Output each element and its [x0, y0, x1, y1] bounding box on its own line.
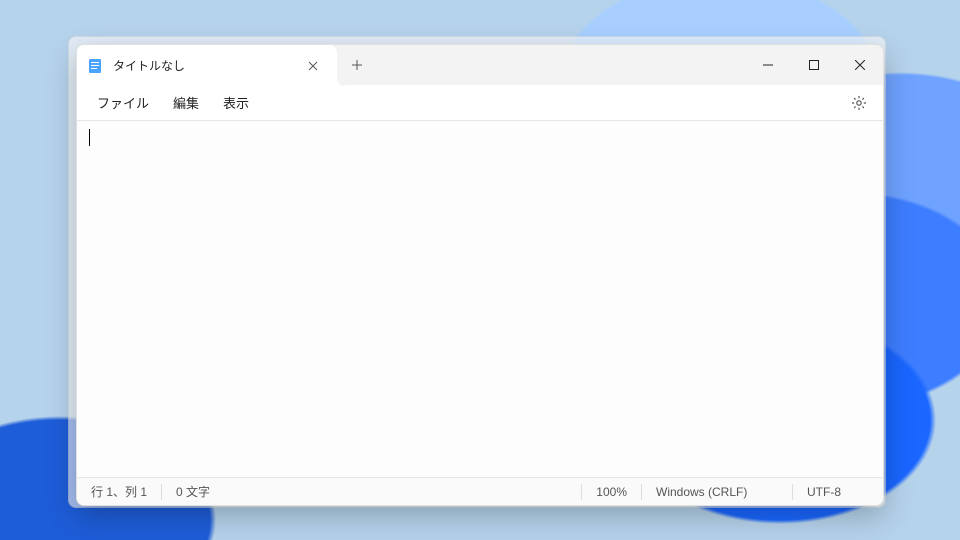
- notepad-icon: [87, 58, 103, 74]
- text-editor[interactable]: [77, 121, 883, 477]
- status-encoding[interactable]: UTF-8: [793, 478, 883, 505]
- status-char-count: 0 文字: [162, 478, 224, 505]
- close-icon: [308, 61, 318, 71]
- close-window-button[interactable]: [837, 45, 883, 85]
- status-cursor-position: 行 1、列 1: [77, 478, 161, 505]
- window-controls: [745, 45, 883, 85]
- menu-file[interactable]: ファイル: [85, 87, 161, 118]
- tab-untitled[interactable]: タイトルなし: [77, 45, 337, 86]
- close-icon: [855, 60, 865, 70]
- menu-edit[interactable]: 編集: [161, 87, 211, 118]
- status-zoom[interactable]: 100%: [582, 478, 641, 505]
- notepad-window: タイトルなし ファイル 編集 表示: [76, 44, 884, 506]
- minimize-icon: [763, 60, 773, 70]
- statusbar: 行 1、列 1 0 文字 100% Windows (CRLF) UTF-8: [77, 477, 883, 505]
- menubar: ファイル 編集 表示: [77, 85, 883, 121]
- new-tab-button[interactable]: [343, 51, 371, 79]
- minimize-button[interactable]: [745, 45, 791, 85]
- status-line-ending[interactable]: Windows (CRLF): [642, 478, 792, 505]
- plus-icon: [352, 60, 362, 70]
- titlebar[interactable]: タイトルなし: [77, 45, 883, 85]
- gear-icon: [851, 95, 867, 111]
- maximize-button[interactable]: [791, 45, 837, 85]
- text-caret: [89, 129, 90, 146]
- tab-title: タイトルなし: [113, 57, 289, 74]
- settings-button[interactable]: [843, 87, 875, 119]
- tab-close-button[interactable]: [299, 52, 327, 80]
- maximize-icon: [809, 60, 819, 70]
- menu-view[interactable]: 表示: [211, 87, 261, 118]
